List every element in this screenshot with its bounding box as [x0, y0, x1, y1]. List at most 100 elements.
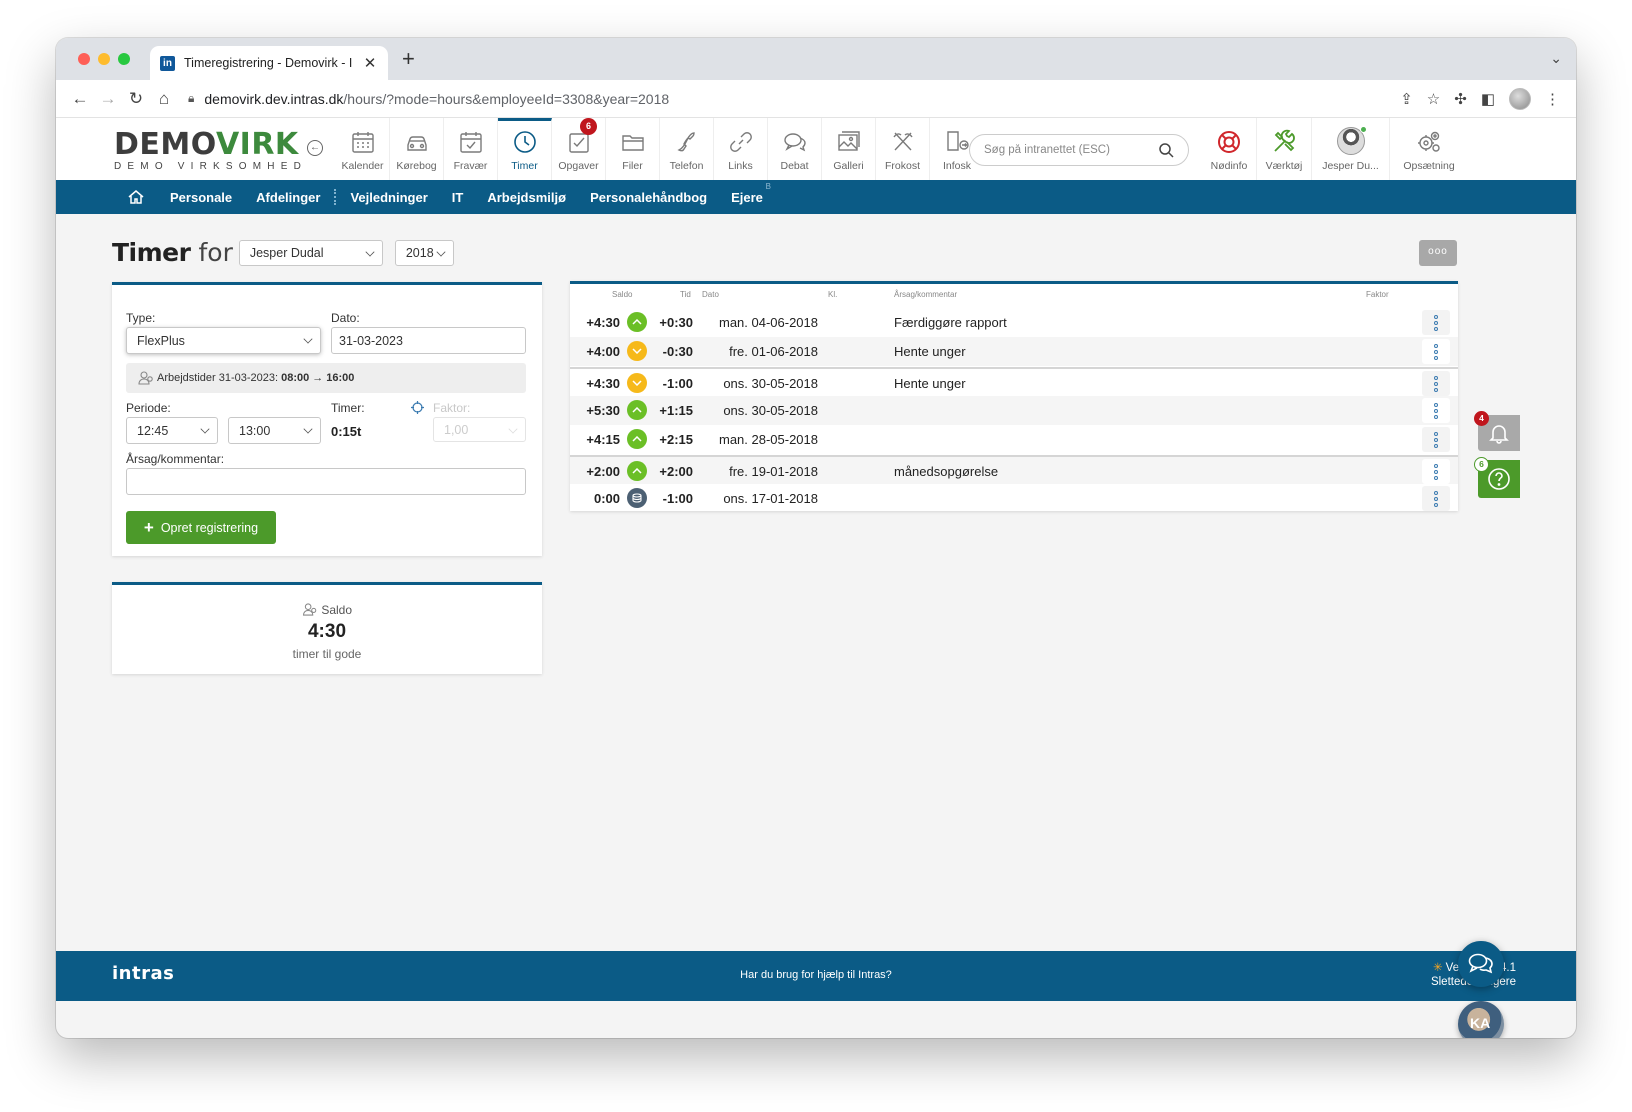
module-opsaetning[interactable]: Opsætning — [1390, 118, 1468, 180]
module-debat[interactable]: Debat — [768, 118, 822, 180]
direction-indicator — [627, 461, 647, 481]
intranet-search[interactable] — [969, 134, 1189, 166]
help-count-badge: 6 — [1474, 457, 1489, 472]
chevron-down-icon — [436, 246, 446, 257]
module-links[interactable]: Links — [714, 118, 768, 180]
home-icon[interactable]: ⌂ — [150, 89, 178, 109]
extensions-icon[interactable]: ✣ — [1454, 90, 1467, 108]
collapse-menu-icon[interactable]: ← — [307, 140, 323, 156]
aarsag-input[interactable] — [126, 468, 526, 495]
module-filer[interactable]: Filer — [606, 118, 660, 180]
row-menu-button[interactable] — [1422, 427, 1450, 452]
nav-item-arbejdsmiljo[interactable]: Arbejdsmiljø — [487, 190, 566, 205]
browser-tab[interactable]: in Timeregistrering - Demovirk - I ✕ — [150, 46, 388, 80]
module-frokost[interactable]: Frokost — [876, 118, 930, 180]
module-timer[interactable]: Timer — [498, 118, 552, 180]
arrow-down-icon — [632, 348, 642, 354]
main-navigation: Personale Afdelinger Vejledninger IT Arb… — [56, 180, 1576, 214]
row-menu-button[interactable] — [1422, 371, 1450, 396]
forward-icon[interactable]: → — [94, 89, 122, 109]
module-korebog[interactable]: Kørebog — [390, 118, 444, 180]
employee-select-value: Jesper Dudal — [249, 245, 324, 260]
infoscreen-icon — [947, 131, 969, 151]
dot — [1434, 375, 1438, 380]
side-panel-icon[interactable]: ◧ — [1481, 90, 1495, 108]
module-profile[interactable]: Jesper Du... — [1312, 118, 1390, 180]
home-icon[interactable] — [126, 187, 146, 207]
maximize-window-button[interactable] — [118, 53, 130, 65]
row-menu-button[interactable] — [1422, 339, 1450, 364]
faktor-select: 1,00 — [433, 417, 526, 442]
table-row[interactable]: +4:15 +2:15 man. 28-05-2018 — [570, 425, 1458, 454]
dot — [1434, 402, 1438, 407]
nav-drag-handle[interactable] — [334, 189, 337, 205]
close-window-button[interactable] — [78, 53, 90, 65]
table-row[interactable]: +4:30 +0:30 man. 04-06-2018 Færdiggøre rapp… — [570, 308, 1458, 337]
url-field[interactable]: 🔒︎ demovirk.dev.intras.dk/hours/?mode=ho… — [188, 91, 1400, 107]
nav-item-ejere[interactable]: Ejere B — [731, 182, 771, 205]
nav-item-it[interactable]: IT — [452, 190, 464, 205]
table-row[interactable]: +4:00 -0:30 fre. 01-06-2018 Hente unger — [570, 337, 1458, 366]
app-header: DEMOVIRK DEMO VIRKSOMHED ← Kalender Køre… — [56, 118, 1576, 180]
chat-contact-avatar[interactable]: KA — [1458, 1001, 1504, 1038]
periode-from-select[interactable]: 12:45 — [126, 417, 218, 444]
nav-item-afdelinger[interactable]: Afdelinger — [256, 190, 320, 205]
year-select[interactable]: 2018 — [394, 239, 454, 266]
type-select[interactable]: FlexPlus — [126, 327, 321, 354]
bookmark-star-icon[interactable]: ☆ — [1427, 90, 1440, 108]
close-tab-icon[interactable]: ✕ — [362, 54, 378, 72]
table-row[interactable]: +4:30 -1:00 ons. 30-05-2018 Hente unger — [570, 367, 1458, 396]
row-dato: man. 04-06-2018 — [718, 315, 818, 330]
module-vaerktoj[interactable]: Værktøj — [1257, 118, 1312, 180]
users-icon — [302, 603, 317, 616]
minimize-window-button[interactable] — [98, 53, 110, 65]
module-kalender[interactable]: Kalender — [336, 118, 390, 180]
nav-item-personale[interactable]: Personale — [170, 190, 232, 205]
row-saldo: +4:30 — [586, 376, 620, 391]
create-registration-button[interactable]: + Opret registrering — [126, 511, 276, 544]
chat-button[interactable] — [1458, 941, 1504, 987]
row-tid: +2:15 — [659, 432, 693, 447]
table-header: Saldo Tid Dato Kl. Årsag/kommentar Fakto… — [570, 290, 1458, 304]
module-label: Fravær — [453, 160, 488, 172]
arrow-up-icon — [632, 319, 642, 325]
footer-help-link[interactable]: Har du brug for hjælp til Intras? — [56, 969, 1576, 981]
tab-search-chevron-icon[interactable]: ⌄ — [1550, 50, 1562, 67]
nav-item-vejledninger[interactable]: Vejledninger — [350, 190, 427, 205]
row-saldo: +5:30 — [586, 403, 620, 418]
table-row[interactable]: +2:00 +2:00 fre. 19-01-2018 månedsopgørelse — [570, 455, 1458, 484]
crosshair-icon[interactable] — [411, 401, 424, 414]
module-opgaver[interactable]: Opgaver 6 — [552, 118, 606, 180]
module-fravaer[interactable]: Fravær — [444, 118, 498, 180]
table-row[interactable]: +5:30 +1:15 ons. 30-05-2018 — [570, 396, 1458, 425]
share-icon[interactable]: ⇪ — [1400, 90, 1413, 108]
row-menu-button[interactable] — [1422, 310, 1450, 335]
search-icon[interactable] — [1158, 142, 1174, 158]
new-tab-icon[interactable]: + — [402, 48, 415, 70]
dato-field[interactable]: 31-03-2023 — [331, 327, 526, 354]
address-bar: ← → ↻ ⌂ 🔒︎ demovirk.dev.intras.dk/hours/… — [56, 80, 1576, 118]
browser-menu-icon[interactable]: ⋮ — [1545, 90, 1560, 108]
back-icon[interactable]: ← — [66, 89, 94, 109]
chrome-profile-avatar[interactable] — [1509, 87, 1531, 110]
row-menu-button[interactable] — [1422, 486, 1450, 511]
module-nodinfo[interactable]: Nødinfo — [1202, 118, 1257, 180]
employee-select[interactable]: Jesper Dudal — [238, 239, 383, 266]
periode-to-select[interactable]: 13:00 — [228, 417, 321, 444]
more-options-button[interactable]: ooo — [1419, 240, 1457, 266]
demovirk-logo[interactable]: DEMOVIRK DEMO VIRKSOMHED — [114, 130, 307, 173]
module-telefon[interactable]: Telefon — [660, 118, 714, 180]
row-menu-button[interactable] — [1422, 398, 1450, 423]
reload-icon[interactable]: ↻ — [122, 89, 150, 109]
row-menu-button[interactable] — [1422, 459, 1450, 484]
user-avatar — [1336, 126, 1367, 155]
nav-item-personalehaandbog[interactable]: Personalehåndbog — [590, 190, 707, 205]
table-row[interactable]: 0:00 -1:00 ons. 17-01-2018 — [570, 484, 1458, 513]
module-galleri[interactable]: Galleri — [822, 118, 876, 180]
search-input[interactable] — [984, 144, 1158, 156]
arbejdstider-from: 08:00 — [281, 372, 310, 384]
nav-item-ejere-label: Ejere — [731, 189, 763, 205]
col-header-faktor: Faktor — [1366, 290, 1389, 299]
row-aarsag: Færdiggøre rapport — [894, 315, 1007, 330]
browser-tabstrip: in Timeregistrering - Demovirk - I ✕ + ⌄ — [56, 38, 1576, 80]
